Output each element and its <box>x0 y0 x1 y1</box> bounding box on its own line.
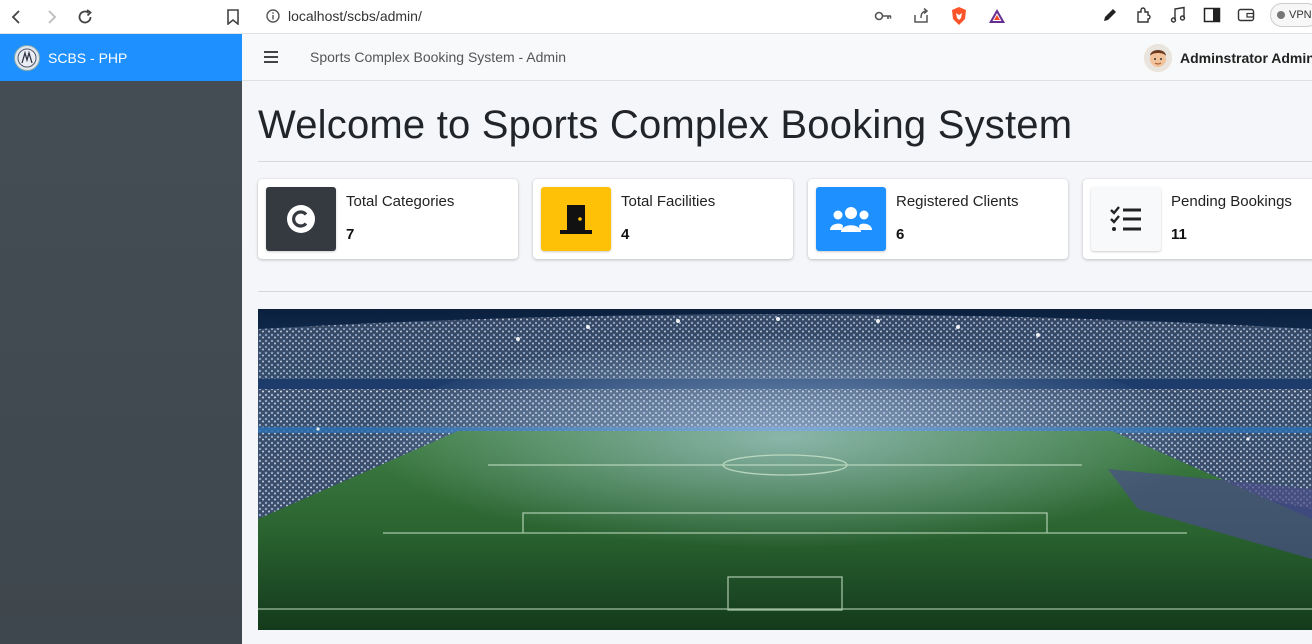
share-icon[interactable] <box>910 5 932 27</box>
reload-icon <box>78 8 92 23</box>
brand-text: SCBS - PHP <box>48 49 128 66</box>
address-bar[interactable]: localhost/scbs/admin/ <box>258 2 1018 30</box>
hamburger-icon <box>264 51 278 63</box>
music-icon[interactable] <box>1166 3 1190 27</box>
card-value: 7 <box>346 226 355 243</box>
back-button[interactable] <box>0 3 34 31</box>
copyright-icon <box>266 187 336 251</box>
divider <box>258 291 1312 292</box>
card-total-facilities: Total Facilities 4 <box>533 179 793 259</box>
brand-link[interactable]: SCBS - PHP <box>0 34 242 81</box>
extensions-icon[interactable] <box>1132 3 1156 27</box>
url-text[interactable]: localhost/scbs/admin/ <box>288 8 422 24</box>
sidebar-toggle-icon[interactable] <box>1200 3 1224 27</box>
brave-rewards-icon[interactable] <box>986 5 1008 27</box>
site-info-icon[interactable] <box>258 9 288 23</box>
card-value: 11 <box>1171 226 1187 243</box>
tasks-icon <box>1091 187 1161 251</box>
card-total-categories: Total Categories 7 <box>258 179 518 259</box>
avatar <box>1144 44 1172 72</box>
reload-button[interactable] <box>68 3 102 31</box>
system-title: Sports Complex Booking System - Admin <box>310 49 566 65</box>
brand-logo-icon <box>14 44 40 71</box>
card-value: 4 <box>621 226 630 243</box>
stat-cards: Total Categories 7 Total Facilities 4 Re… <box>258 179 1312 259</box>
vpn-button[interactable]: VPN <box>1270 3 1312 27</box>
page-title: Welcome to Sports Complex Booking System <box>258 103 1073 147</box>
main-content: Welcome to Sports Complex Booking System… <box>258 81 1312 644</box>
key-icon[interactable] <box>872 5 894 27</box>
pen-icon[interactable] <box>1098 3 1122 27</box>
card-label: Total Categories <box>346 193 455 210</box>
door-icon <box>541 187 611 251</box>
forward-button[interactable] <box>34 3 68 31</box>
wallet-icon[interactable] <box>1234 3 1258 27</box>
sidebar: SCBS - PHP <box>0 34 242 644</box>
user-name: Adminstrator Admin <box>1180 50 1312 66</box>
card-label: Pending Bookings <box>1171 193 1292 210</box>
vpn-label: VPN <box>1289 9 1312 21</box>
brave-shield-icon[interactable] <box>948 5 970 27</box>
divider <box>258 161 1312 162</box>
card-label: Total Facilities <box>621 193 716 210</box>
users-icon <box>816 187 886 251</box>
bookmark-icon <box>227 8 239 25</box>
top-navbar: Sports Complex Booking System - Admin Ad… <box>242 34 1312 81</box>
bookmark-button[interactable] <box>218 3 248 31</box>
back-arrow-icon <box>11 9 20 24</box>
user-menu[interactable]: Adminstrator Admin <box>1144 44 1312 72</box>
menu-toggle-button[interactable] <box>242 51 300 63</box>
vpn-status-icon <box>1277 11 1285 19</box>
forward-arrow-icon <box>48 9 57 24</box>
card-value: 6 <box>896 226 905 243</box>
card-pending-bookings: Pending Bookings 11 <box>1083 179 1312 259</box>
stadium-banner-image <box>258 309 1312 630</box>
card-registered-clients: Registered Clients 6 <box>808 179 1068 259</box>
card-label: Registered Clients <box>896 193 1019 210</box>
browser-toolbar: localhost/scbs/admin/ VPN <box>0 0 1312 34</box>
